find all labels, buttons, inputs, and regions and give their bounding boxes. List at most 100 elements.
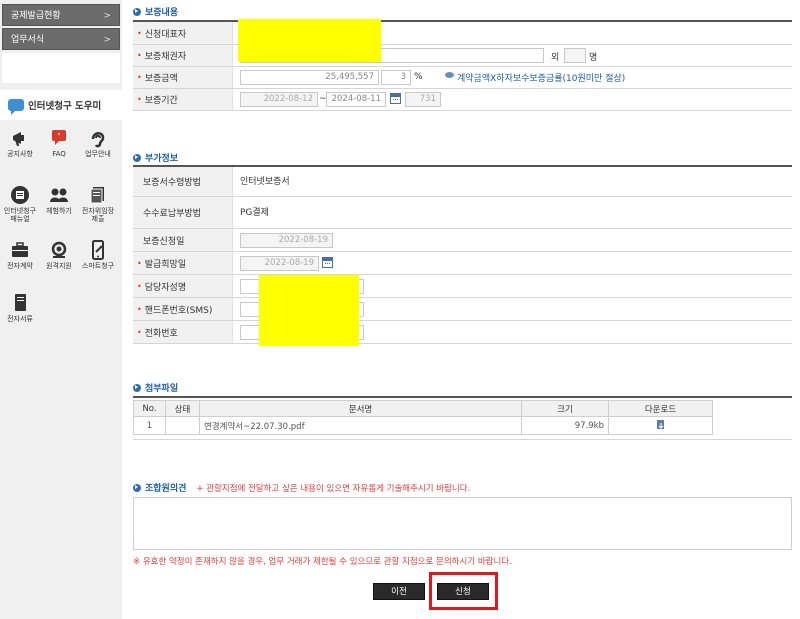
apply-date-input: 2022-08-19 — [240, 233, 333, 248]
guarantee-form: • 신청대표자 • 보증채권자 외 명 • 보증금액 25,495,557 3 % 계… — [133, 20, 792, 111]
period-label: • 보증기간 — [133, 89, 233, 110]
section-title-text: 보증내용 — [145, 8, 179, 18]
smartphone-icon — [92, 240, 104, 260]
issue-date-label: 발급희망일 — [144, 259, 187, 270]
creditor-label: • 보증채권자 — [133, 45, 233, 66]
sidebar: 공제발급현황 > 업무서식 > 인터넷청구 도우미 공지사항 " FAQ 업무안… — [0, 0, 122, 619]
section-title-opinion: 조합원의견 + 관할지점에 전달하고 싶은 내용이 있으면 자유롭게 기술해주시… — [133, 481, 470, 494]
chevron-right-icon: > — [103, 35, 111, 45]
tool-e-documents[interactable]: 전자서류 — [0, 292, 40, 324]
amount-input[interactable]: 25,495,557 — [240, 70, 379, 85]
section-title-text: 부가정보 — [145, 154, 179, 164]
briefcase-icon — [12, 242, 28, 257]
required-marker: • — [137, 95, 142, 104]
required-marker: • — [137, 51, 142, 60]
sidebar-spacer — [2, 53, 120, 83]
faq-icon: " — [52, 130, 66, 145]
period-start-input[interactable]: 2022-08-12 — [240, 92, 318, 107]
prev-button[interactable]: 이전 — [373, 583, 425, 600]
fee-value: PG결제 — [240, 208, 269, 218]
extra-form: 보증서수령방법 인터넷보증서 수수료납부방법 PG결제 보증신청일 2022-0… — [133, 165, 792, 344]
ear-icon — [91, 132, 105, 148]
helper-title-text: 인터넷청구 도우미 — [28, 101, 102, 112]
calendar-icon[interactable] — [322, 257, 333, 268]
applicant-label: • 신청대표자 — [133, 22, 233, 44]
sidebar-menu-issue-status[interactable]: 공제발급현황 > — [2, 4, 120, 26]
attachments-header-row: No. 상태 문서명 크기 다운로드 — [133, 400, 713, 417]
row-amount: • 보증금액 25,495,557 3 % 계약금액X하자보수보증금률(10원미만… — [133, 67, 792, 89]
tool-proxy-submit[interactable]: 전자위임장 제출 — [78, 184, 118, 223]
helper-title: 인터넷청구 도우미 — [8, 98, 102, 115]
fee-label: 수수료납부방법 — [143, 209, 201, 219]
sidebar-menu-label: 업무서식 — [11, 35, 45, 45]
col-download: 다운로드 — [608, 400, 713, 417]
required-marker: • — [137, 28, 142, 38]
opinion-textarea[interactable] — [133, 497, 792, 550]
col-size: 크기 — [521, 400, 609, 417]
cell-no: 1 — [133, 416, 166, 435]
tool-smart-claim[interactable]: 스마트청구 — [78, 239, 118, 271]
opinion-note: + 관할지점에 전달하고 싶은 내용이 있으면 자유롭게 기술해주시기 바랍니다… — [196, 483, 471, 494]
document-stack-icon — [90, 187, 104, 204]
tool-label: 인터넷청구 매뉴얼 — [3, 207, 37, 223]
rate-input[interactable]: 3 — [381, 70, 411, 85]
tool-label: 전자계약 — [7, 262, 33, 270]
svg-text:": " — [57, 132, 60, 140]
required-marker: • — [137, 304, 142, 314]
required-marker: • — [137, 258, 142, 268]
sidebar-menu-forms[interactable]: 업무서식 > — [2, 28, 120, 50]
megaphone-icon — [13, 132, 24, 146]
manager-label: 담당자성명 — [144, 282, 187, 293]
download-icon[interactable] — [656, 420, 666, 430]
row-receive: 보증서수령방법 인터넷보증서 — [133, 167, 792, 197]
issue-date-input[interactable]: 2022-08-19 — [240, 256, 319, 271]
tool-e-contract[interactable]: 전자계약 — [0, 239, 40, 271]
row-fee: 수수료납부방법 PG결제 — [133, 197, 792, 229]
tool-guide[interactable]: 업무안내 — [78, 127, 118, 159]
col-doc-name: 문서명 — [199, 400, 522, 417]
tool-label: 공지사항 — [7, 150, 33, 158]
tool-label: 체험하기 — [46, 207, 72, 215]
highlight-outline — [429, 572, 498, 610]
period-end-input[interactable]: 2024-08-11 — [326, 92, 386, 107]
col-no: No. — [133, 400, 166, 417]
creditor-unit-label: 명 — [589, 53, 598, 63]
cell-doc-name: 변경계약서~22.07.30.pdf — [199, 416, 522, 435]
tool-label: 전자위임장 제출 — [81, 207, 115, 223]
section-bullet-icon — [133, 383, 141, 392]
row-apply-date: 보증신청일 2022-08-19 — [133, 229, 792, 252]
section-bullet-icon — [133, 153, 141, 162]
creditor-count-input[interactable] — [564, 48, 586, 63]
section-title-text: 첨부파일 — [145, 384, 179, 394]
row-applicant: • 신청대표자 — [133, 22, 792, 45]
sidebar-menu-label: 공제발급현황 — [11, 11, 61, 21]
tool-label: FAQ — [52, 150, 66, 158]
tool-faq[interactable]: " FAQ — [39, 127, 79, 159]
section-bullet-icon — [133, 483, 141, 492]
row-manager: • 담당자성명 — [133, 275, 792, 298]
attachments-table: No. 상태 문서명 크기 다운로드 1 변경계약서~22.07.30.pdf … — [133, 400, 713, 435]
row-phone: • 핸드폰번호(SMS) — [133, 298, 792, 321]
table-row: 1 변경계약서~22.07.30.pdf 97.9kb — [133, 416, 713, 435]
info-bubble-icon — [445, 72, 454, 78]
tool-experience[interactable]: 체험하기 — [39, 184, 79, 216]
tool-manual[interactable]: 인터넷청구 매뉴얼 — [0, 184, 40, 223]
phone-label: 핸드폰번호(SMS) — [144, 305, 213, 316]
tool-remote-support[interactable]: 원격지원 — [39, 239, 79, 271]
tool-label: 스마트청구 — [81, 262, 115, 270]
amount-note: 계약금액X하자보수보증금률(10원미만 절상) — [457, 74, 626, 84]
redaction-block — [259, 275, 359, 346]
section-title-guarantee: 보증내용 — [133, 5, 178, 18]
tool-notice[interactable]: 공지사항 — [0, 127, 40, 159]
row-tel: • 전화번호 — [133, 321, 792, 344]
tel-label: 전화번호 — [144, 328, 178, 339]
headset-icon — [51, 241, 67, 258]
section-title-extra: 부가정보 — [133, 151, 178, 164]
row-issue-date: • 발급희망일 2022-08-19 — [133, 252, 792, 275]
receive-value: 인터넷보증서 — [240, 177, 290, 187]
tool-label: 업무안내 — [85, 150, 111, 158]
calendar-icon[interactable] — [390, 93, 401, 104]
file-icon — [15, 294, 26, 311]
chevron-right-icon: > — [103, 11, 111, 21]
cell-size: 97.9kb — [521, 416, 609, 435]
